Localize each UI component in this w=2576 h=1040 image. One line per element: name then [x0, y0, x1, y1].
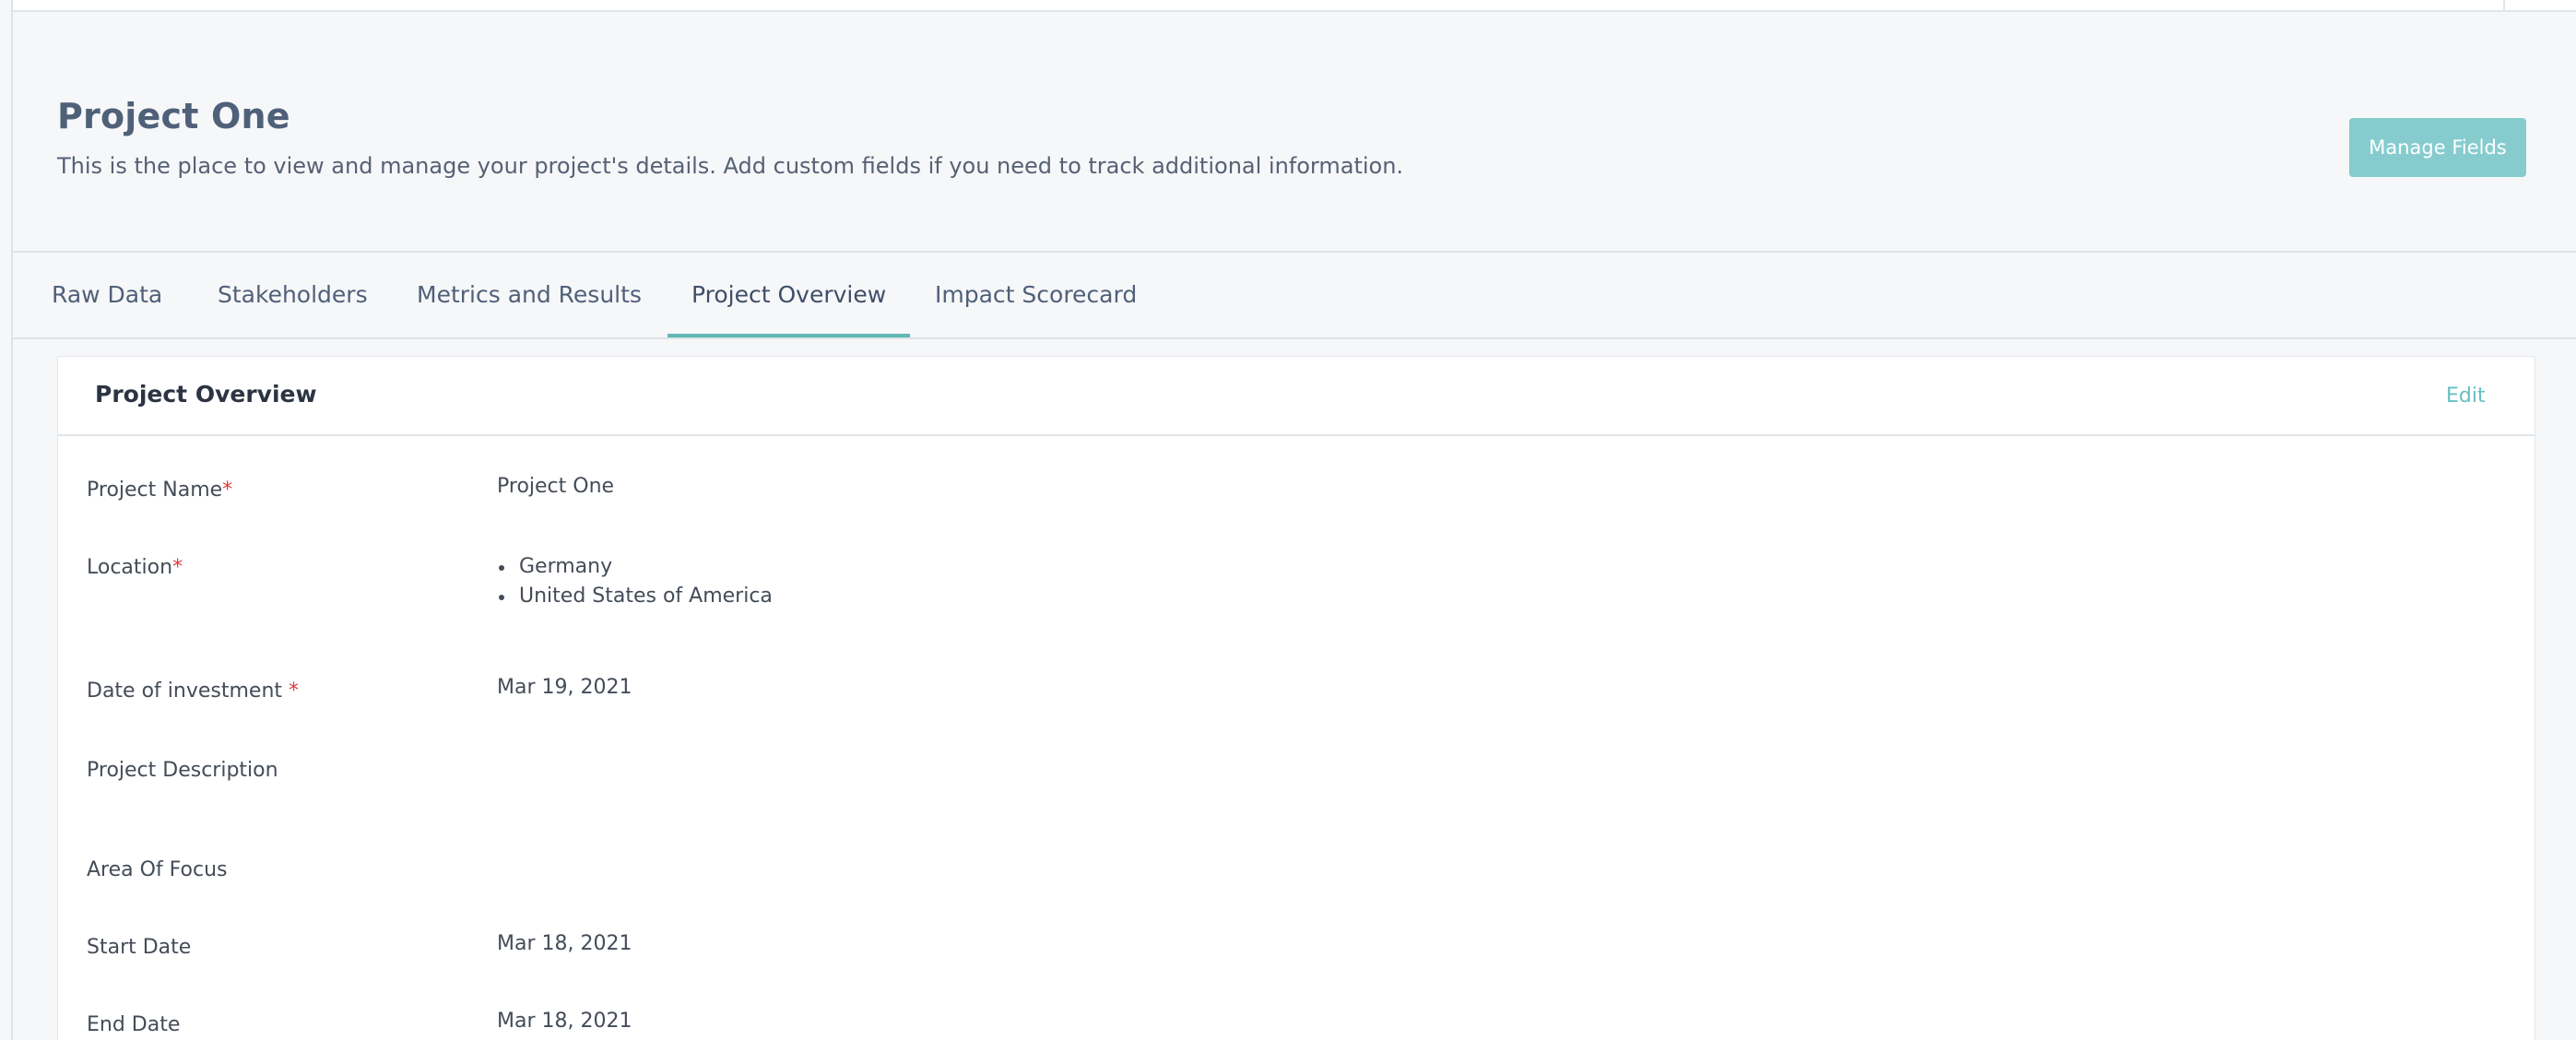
field-label-text: Project Name — [87, 479, 223, 502]
project-page: Project One This is the place to view an… — [0, 0, 2576, 1040]
tab-impact-scorecard[interactable]: Impact Scorecard — [911, 253, 1161, 337]
card-title: Project Overview — [95, 381, 317, 408]
project-overview-card: Project Overview Edit Project Name* Proj… — [57, 356, 2535, 1040]
field-value-start-date: Mar 18, 2021 — [497, 932, 632, 955]
field-label-location: Location* — [87, 556, 183, 579]
tab-project-overview[interactable]: Project Overview — [668, 253, 911, 337]
field-label-end-date: End Date — [87, 1013, 181, 1036]
field-label-date-of-investment: Date of investment * — [87, 680, 299, 703]
field-value-end-date: Mar 18, 2021 — [497, 1010, 632, 1033]
card-header: Project Overview Edit — [58, 357, 2535, 436]
field-label-text: Location — [87, 556, 173, 579]
edit-link[interactable]: Edit — [2446, 384, 2486, 408]
location-item: United States of America — [497, 582, 773, 611]
required-marker: * — [222, 479, 233, 502]
location-list: Germany United States of America — [497, 552, 773, 611]
tab-stakeholders[interactable]: Stakeholders — [194, 253, 392, 337]
top-bar-divider — [2503, 0, 2505, 12]
field-value-project-name: Project One — [497, 475, 615, 498]
field-label-project-name: Project Name* — [87, 479, 232, 502]
field-label-text: Date of investment — [87, 680, 290, 703]
field-label-project-description: Project Description — [87, 759, 278, 782]
field-value-date-of-investment: Mar 19, 2021 — [497, 676, 632, 699]
required-marker: * — [172, 556, 183, 579]
field-label-start-date: Start Date — [87, 936, 192, 959]
tab-bar: Raw Data Stakeholders Metrics and Result… — [13, 251, 2576, 339]
required-marker: * — [289, 680, 300, 703]
manage-fields-button[interactable]: Manage Fields — [2349, 118, 2526, 177]
left-rail — [11, 0, 13, 1040]
page-title: Project One — [57, 96, 290, 136]
top-bar — [11, 0, 2576, 12]
page-subtitle: This is the place to view and manage you… — [57, 153, 1404, 179]
location-item: Germany — [497, 552, 773, 582]
field-label-area-of-focus: Area Of Focus — [87, 858, 228, 881]
tab-raw-data[interactable]: Raw Data — [28, 253, 186, 337]
tab-metrics-and-results[interactable]: Metrics and Results — [393, 253, 666, 337]
